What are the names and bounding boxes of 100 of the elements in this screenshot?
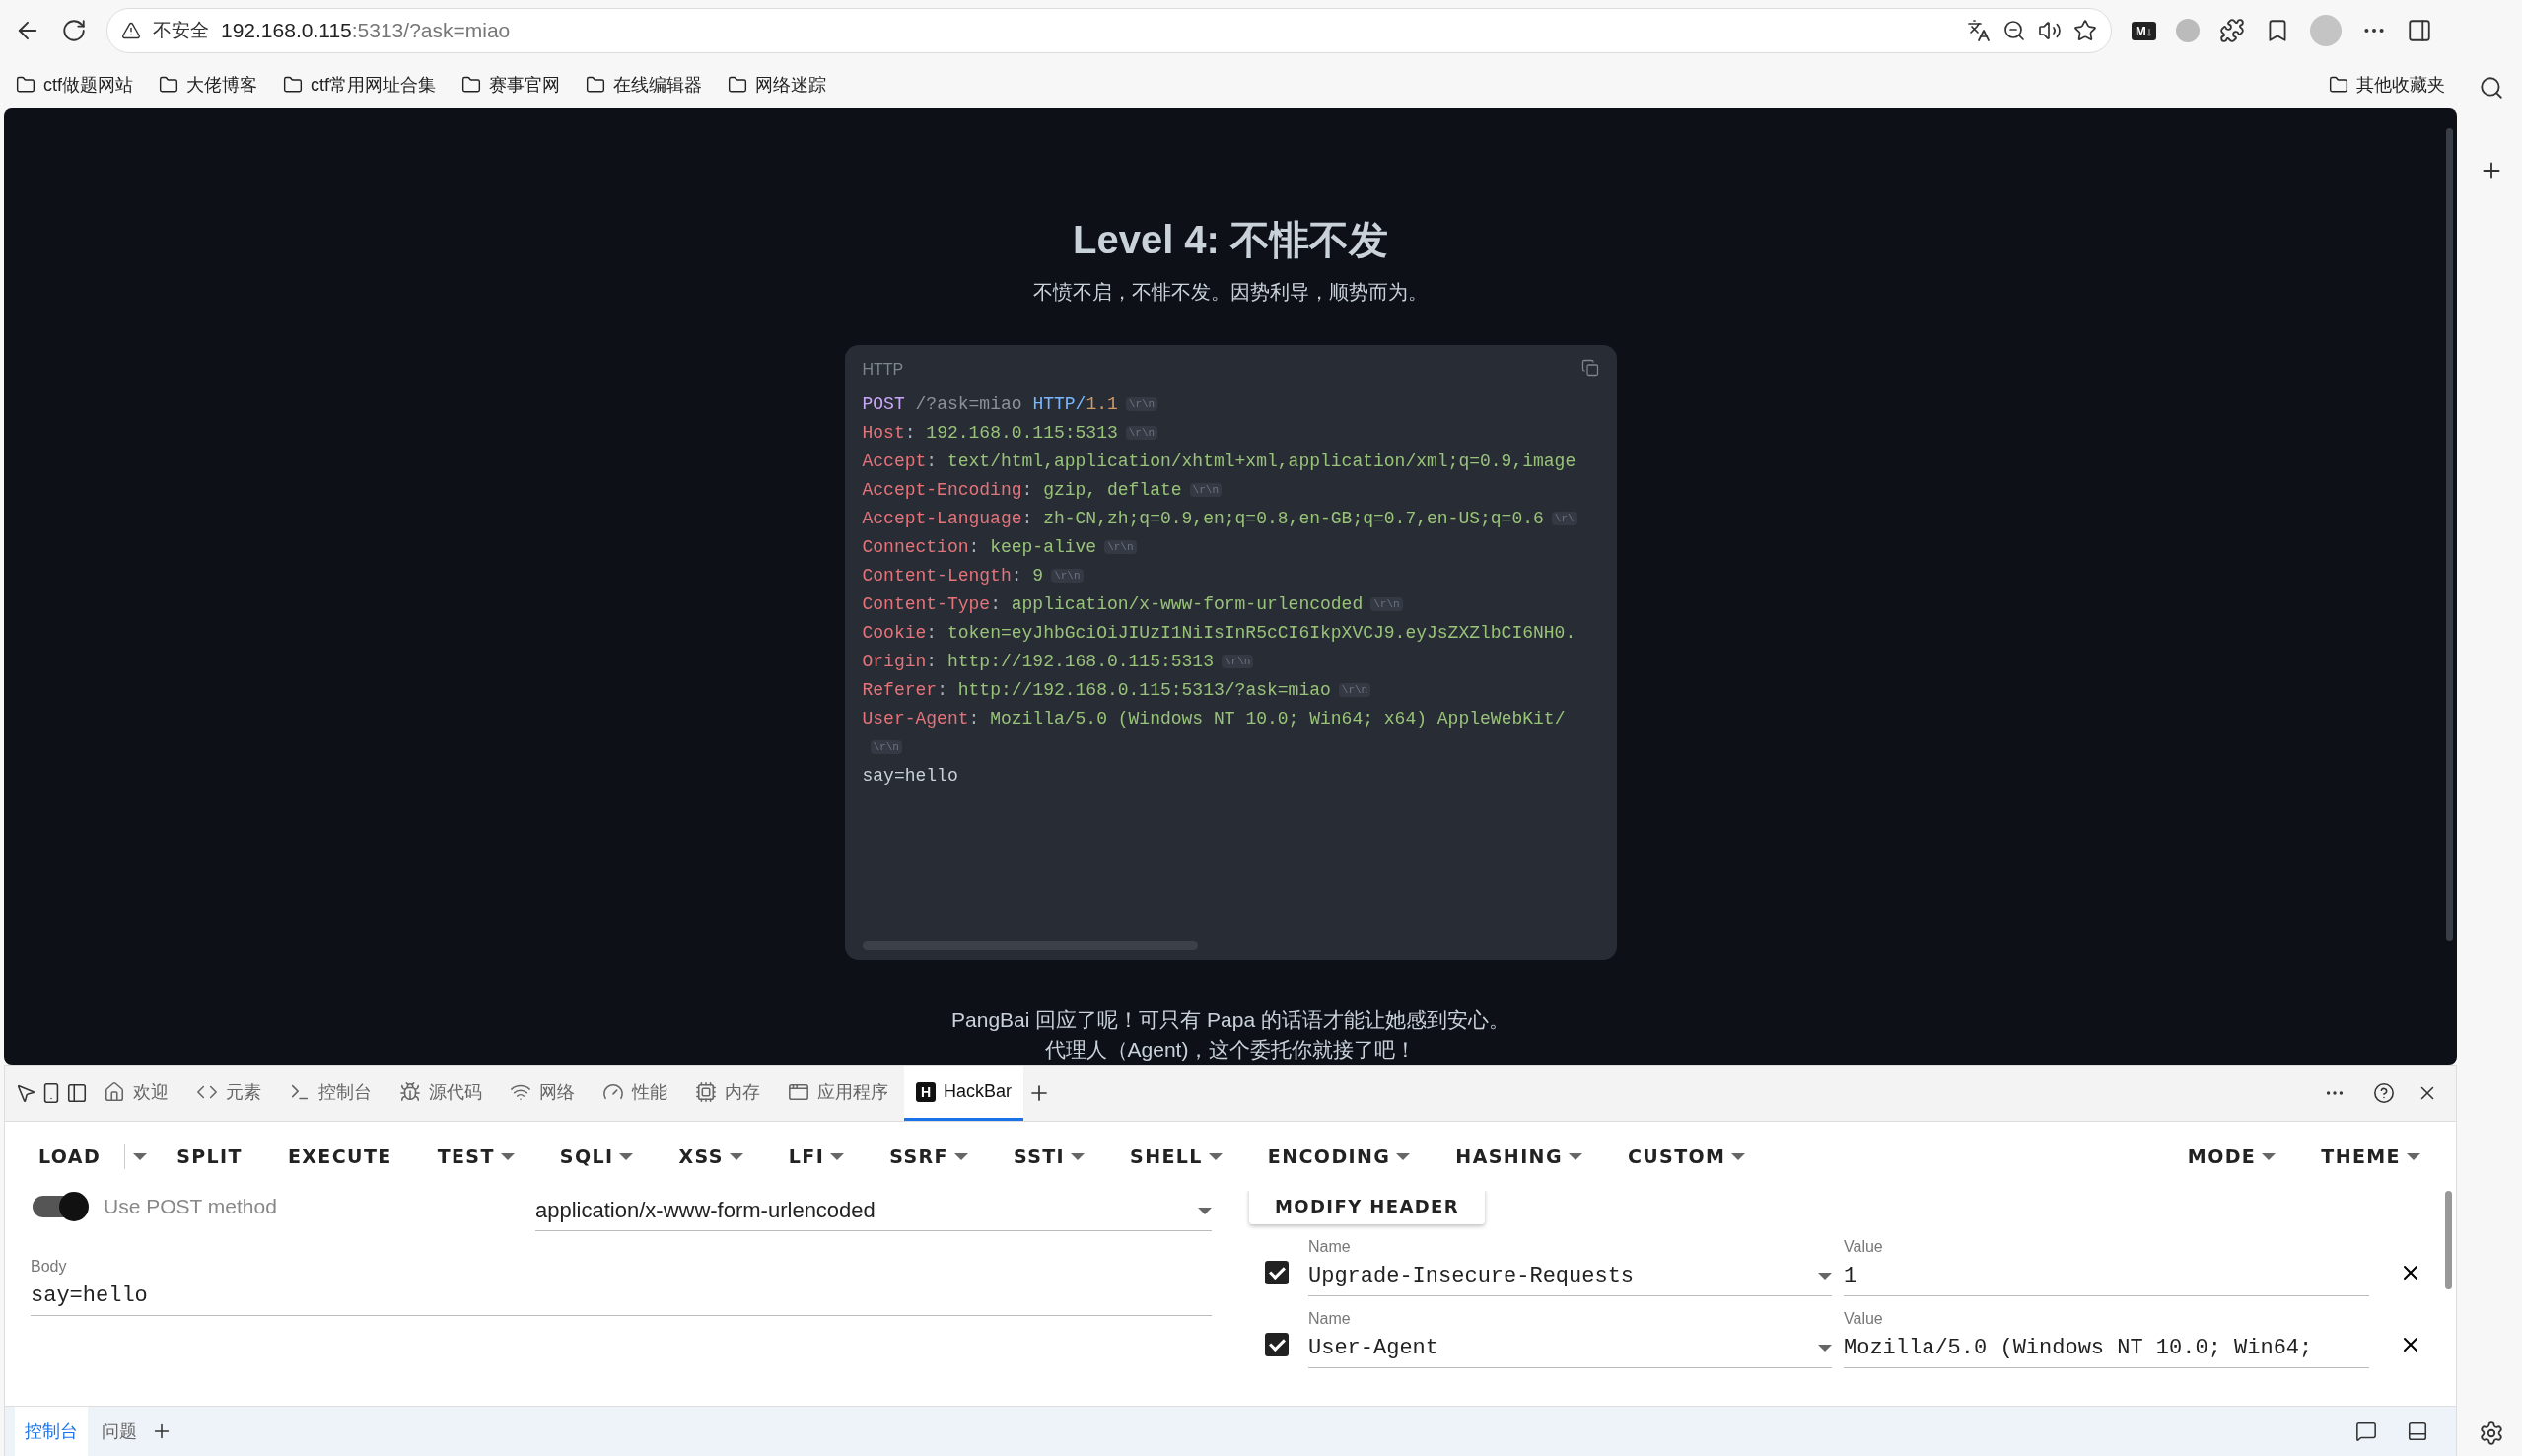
header-line: Origin: http://192.168.0.115:5313 [862,652,1214,672]
devtools-tab[interactable]: 网络 [498,1066,587,1121]
toggle-label: Use POST method [104,1195,277,1218]
star-icon[interactable] [2073,19,2097,42]
bookmark-folder[interactable]: 在线编辑器 [586,73,703,97]
help-icon[interactable] [2373,1082,2395,1104]
line-break-marker: \r\n [1125,426,1158,440]
bookmark-folder[interactable]: 赛事官网 [461,73,561,97]
caret-icon [2407,1152,2420,1160]
reload-icon[interactable] [61,18,87,43]
devtools-tab[interactable]: 源代码 [387,1066,494,1121]
drawer-tab[interactable]: 问题 [92,1407,147,1456]
devtools-tab[interactable]: 内存 [683,1066,772,1121]
field-label: Name [1308,1310,1352,1328]
header-value-field[interactable]: Mozilla/5.0 (Windows NT 10.0; Win64; [1844,1328,2369,1368]
caret-icon [1071,1152,1086,1160]
security-label[interactable]: 不安全 [153,18,209,43]
bookmark-folder[interactable]: ctf做题网站 [16,73,133,97]
folder-icon [461,75,482,95]
field-label: Value [1844,1310,1884,1328]
line-break-marker: \r\n [1338,683,1371,697]
header-line: Connection: keep-alive [862,537,1097,558]
header-line: Referer: http://192.168.0.115:5313/?ask=miao [862,680,1331,701]
search-icon[interactable] [2479,75,2504,101]
response-message: 代理人（Agent)，这个委托你就接了吧！ [1044,1037,1417,1063]
scrollbar-thumb[interactable] [2445,1191,2452,1289]
bookmark-folder[interactable]: ctf常用网址合集 [283,73,437,97]
line-break-marker: \r\ [1551,512,1577,525]
bookmark-folder[interactable]: 网络迷踪 [728,73,827,97]
folder-icon [2329,75,2348,95]
dock-icon[interactable] [2355,1421,2377,1442]
header-checkbox[interactable] [1265,1333,1289,1356]
content-type-select[interactable]: application/x-www-form-urlencoded [535,1191,1212,1231]
menu-button[interactable]: SPLIT [155,1132,266,1181]
menu-button[interactable]: SSRF [868,1132,992,1181]
devtools-tab[interactable]: 元素 [184,1066,273,1121]
header-line: Content-Type: application/x-www-form-urlencoded [862,594,1364,615]
caret-icon [830,1152,845,1160]
menu-button[interactable]: MODE [2165,1132,2300,1181]
menu-button[interactable]: ENCODING [1245,1132,1435,1181]
request-line: POST /?ask=miao HTTP/1.1 [862,394,1118,415]
menu-button[interactable]: CUSTOM [1605,1132,1770,1181]
menu-button[interactable]: LOAD [17,1132,125,1181]
zoom-out-icon[interactable] [2002,19,2026,42]
header-name-select[interactable]: User-Agent [1308,1328,1832,1368]
line-break-marker: \r\n [1051,569,1084,583]
devtools-tab[interactable]: 性能 [591,1066,679,1121]
folder-icon [16,75,35,95]
menu-button[interactable]: SQLI [537,1132,658,1181]
modify-header-button[interactable]: MODIFY HEADER [1249,1191,1486,1224]
scrollbar-thumb[interactable] [2446,128,2453,941]
menu-button[interactable]: HASHING [1434,1132,1606,1181]
header-line: Content-Length: 9 [862,566,1044,587]
header-line: Accept-Encoding: gzip, deflate [862,480,1182,501]
header-checkbox[interactable] [1265,1261,1289,1284]
folder-icon [159,75,178,95]
post-toggle[interactable] [31,1191,90,1222]
address-bar[interactable]: 不安全 192.168.0.115:5313/?ask=miao [106,8,2112,53]
caret-icon [619,1152,634,1160]
header-line: Cookie: token=eyJhbGciOiJIUzI1NiIsInR5cCI6IkpXVCJ9.eyJsZXZlbCI6NH0. [862,623,1576,643]
folder-icon [728,75,748,95]
code-language-label: HTTP [862,361,904,379]
panel-icon[interactable] [2407,1421,2428,1442]
caret-icon [1731,1152,1746,1160]
bug-icon [399,1080,421,1103]
devtools-tab[interactable]: 应用程序 [776,1066,900,1121]
bookmark-folder[interactable]: 大佬博客 [159,73,257,97]
translate-icon[interactable] [1967,19,1991,42]
body-field[interactable]: say=hello [31,1276,1212,1316]
menu-button[interactable]: SHELL [1108,1132,1246,1181]
menu-button[interactable]: TEST [415,1132,538,1181]
panel-icon[interactable] [66,1082,88,1104]
line-break-marker: \r\n [1125,397,1158,411]
menu-button[interactable]: EXECUTE [265,1132,416,1181]
menu-button[interactable]: LFI [766,1132,869,1181]
speaker-icon[interactable] [2038,19,2062,42]
drawer-tab[interactable]: 控制台 [15,1407,88,1456]
header-line: Host: 192.168.0.115:5313 [862,423,1118,444]
copy-icon[interactable] [1580,359,1599,377]
caret-icon [1396,1152,1411,1160]
extension-icon[interactable]: M↓ [2132,21,2157,40]
menu-button[interactable]: XSS [657,1132,767,1181]
devtools-tab[interactable]: 控制台 [277,1066,384,1121]
caret-icon [729,1152,743,1160]
field-label: Value [1844,1238,1884,1256]
settings-icon[interactable] [2479,1421,2504,1446]
menu-button[interactable]: SSTI [991,1132,1109,1181]
field-label: Body [31,1258,68,1276]
header-name-select[interactable]: Upgrade-Insecure-Requests [1308,1256,1832,1296]
devtools-tab[interactable]: 欢迎 [92,1066,180,1121]
puzzle-icon[interactable] [2219,18,2246,43]
devtools-tab[interactable]: H HackBar [904,1066,1024,1121]
caret-icon [1568,1152,1582,1160]
menu-button[interactable]: THEME [2299,1132,2444,1181]
header-value-field[interactable]: 1 [1844,1256,2369,1296]
extension-dot-icon[interactable] [2176,19,2201,42]
pointer-icon[interactable] [15,1082,36,1104]
caret-icon [1208,1152,1223,1160]
sidebar-icon[interactable] [2407,18,2433,43]
bookmark-folder[interactable]: 其他收藏夹 [2329,73,2445,97]
